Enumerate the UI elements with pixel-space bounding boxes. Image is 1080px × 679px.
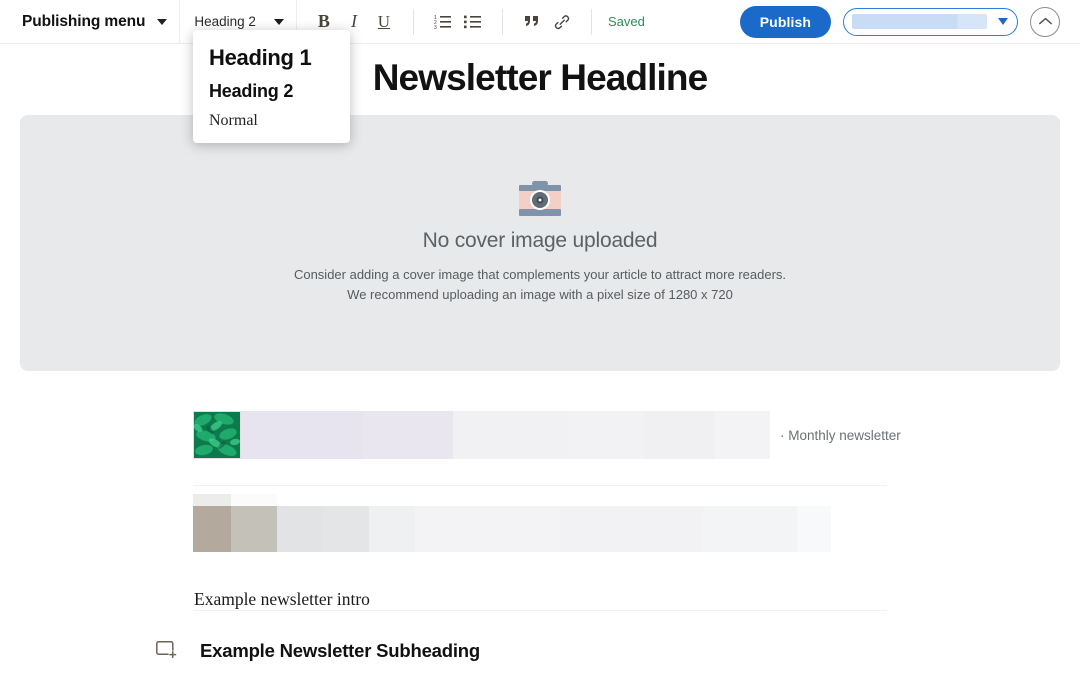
cover-placeholder-description-line-1: Consider adding a cover image that compl… <box>293 267 787 282</box>
text-style-dropdown-menu: Heading 1 Heading 2 Normal <box>193 30 350 143</box>
blockquote-button[interactable] <box>517 7 547 37</box>
editor-toolbar: Publishing menu Heading 2 B I U 1 2 3 Sa… <box>0 0 1080 44</box>
chevron-up-icon <box>1038 17 1052 25</box>
add-block-icon[interactable] <box>156 641 178 661</box>
style-option-normal[interactable]: Normal <box>193 107 350 135</box>
camera-icon <box>517 181 563 219</box>
article-headline[interactable]: Newsletter Headline <box>0 57 1080 99</box>
text-style-selector[interactable]: Heading 2 <box>192 14 284 29</box>
embed-skeleton-top-row <box>193 494 831 506</box>
chevron-down-icon <box>273 18 284 25</box>
toolbar-right-group: Publish <box>739 5 1060 38</box>
publish-target-placeholder <box>852 14 987 29</box>
article-subheading-row: Example Newsletter Subheading <box>156 640 480 662</box>
toolbar-divider <box>179 0 181 44</box>
toolbar-divider <box>501 8 503 35</box>
style-option-heading-2[interactable]: Heading 2 <box>193 76 350 107</box>
chevron-down-icon <box>998 18 1008 25</box>
save-status-label: Saved <box>607 14 645 29</box>
green-foliage-thumbnail <box>193 411 241 459</box>
cover-placeholder-title: No cover image uploaded <box>422 229 658 252</box>
toolbar-divider <box>590 8 592 35</box>
article-subheading[interactable]: Example Newsletter Subheading <box>200 640 480 662</box>
block-divider <box>193 610 887 611</box>
ordered-list-icon: 1 2 3 <box>434 15 452 29</box>
embed-skeleton-main-row <box>193 506 831 552</box>
embed-card-loading-block[interactable] <box>193 494 831 552</box>
link-icon <box>554 14 570 29</box>
embed-skeleton-bars <box>241 411 770 459</box>
chevron-down-icon <box>157 18 168 25</box>
quote-icon <box>524 15 538 26</box>
svg-text:3: 3 <box>434 25 437 29</box>
publish-button[interactable]: Publish <box>739 5 831 38</box>
cover-image-placeholder[interactable]: No cover image uploaded Consider adding … <box>20 115 1060 371</box>
embed-caption: · Monthly newsletter <box>780 427 901 443</box>
ordered-list-button[interactable]: 1 2 3 <box>428 7 458 37</box>
toolbar-divider <box>412 8 414 35</box>
embed-card-block[interactable]: · Monthly newsletter <box>193 411 901 459</box>
text-style-value: Heading 2 <box>194 14 256 29</box>
collapse-toolbar-button[interactable] <box>1030 6 1060 37</box>
insert-group <box>517 7 577 37</box>
link-button[interactable] <box>547 7 577 37</box>
unordered-list-button[interactable] <box>458 7 488 37</box>
cover-placeholder-description-line-2: We recommend uploading an image with a p… <box>347 287 733 302</box>
block-divider <box>193 485 887 486</box>
publishing-menu-button[interactable]: Publishing menu <box>22 12 168 31</box>
publishing-menu-label: Publishing menu <box>22 12 146 30</box>
publish-target-selector[interactable] <box>843 7 1018 36</box>
bulleted-list-icon <box>464 15 482 29</box>
style-option-heading-1[interactable]: Heading 1 <box>193 40 350 76</box>
article-paragraph[interactable]: Example newsletter intro <box>194 589 370 610</box>
article-editor-canvas: Newsletter Headline No cover image uploa… <box>0 44 1080 679</box>
list-format-group: 1 2 3 <box>428 7 488 37</box>
underline-button[interactable]: U <box>369 7 399 37</box>
